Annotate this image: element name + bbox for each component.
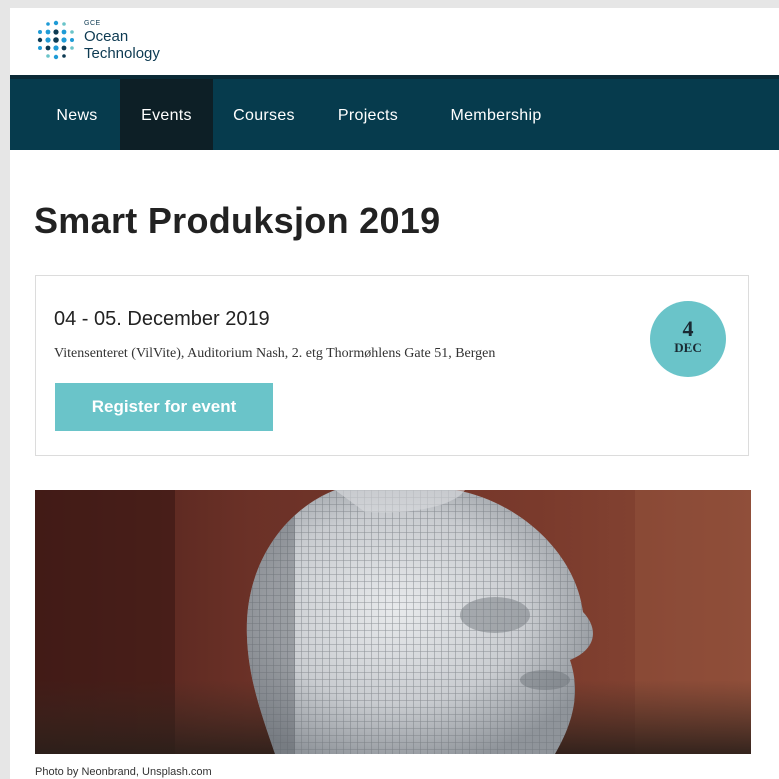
- wireframe-head-photo: [35, 490, 751, 754]
- date-badge: 4 DEC: [650, 301, 726, 377]
- event-info-card: 04 - 05. December 2019 Vitensenteret (Vi…: [35, 275, 749, 456]
- hero-image: [35, 490, 751, 754]
- event-location: Vitensenteret (VilVite), Auditorium Nash…: [54, 346, 496, 361]
- logo-text: GCE Ocean Technology: [84, 20, 160, 62]
- logo-line-2: Technology: [84, 45, 160, 62]
- logo-gce: GCE: [84, 20, 101, 27]
- nav-item-courses[interactable]: Courses: [220, 79, 308, 150]
- nav-item-news[interactable]: News: [42, 79, 112, 150]
- logo-line-1: Ocean: [84, 28, 129, 45]
- logo-dots-icon: [37, 20, 74, 60]
- event-date-range: 04 - 05. December 2019: [54, 308, 270, 330]
- register-button[interactable]: Register for event: [55, 383, 273, 431]
- main-nav: News Events Courses Projects Membership: [10, 75, 779, 150]
- nav-item-membership[interactable]: Membership: [435, 79, 557, 150]
- photo-credit: Photo by Neonbrand, Unsplash.com: [35, 766, 212, 778]
- page-title: Smart Produksjon 2019: [34, 200, 441, 241]
- gce-ocean-technology-logo[interactable]: GCE Ocean Technology: [34, 18, 160, 64]
- date-badge-day: 4: [682, 316, 694, 341]
- nav-item-projects[interactable]: Projects: [322, 79, 414, 150]
- nav-item-events[interactable]: Events: [120, 79, 213, 150]
- header: GCE Ocean Technology: [10, 8, 779, 75]
- page: GCE Ocean Technology News Events Courses…: [10, 8, 779, 779]
- date-badge-month: DEC: [674, 340, 702, 355]
